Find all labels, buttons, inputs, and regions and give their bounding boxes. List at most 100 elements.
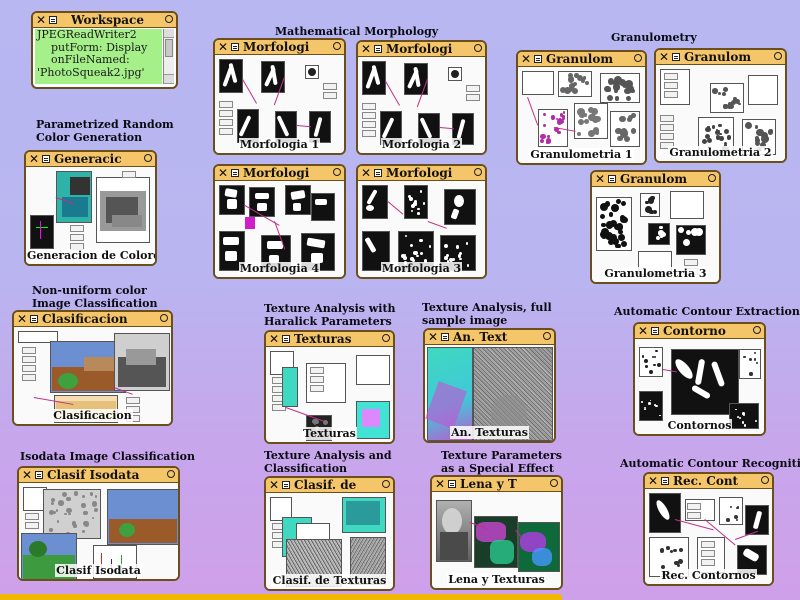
window-content[interactable]: Granulometria 1 xyxy=(518,67,645,163)
collapse-icon[interactable] xyxy=(474,44,482,52)
window-titlebar[interactable]: ✕ Morfologi xyxy=(215,40,344,55)
close-icon[interactable]: ✕ xyxy=(36,13,46,27)
window-content[interactable]: Morfologia 4 xyxy=(215,181,344,277)
collapse-icon[interactable] xyxy=(761,476,769,484)
window-titlebar[interactable]: ✕ Morfologi xyxy=(358,42,485,57)
collapse-icon[interactable] xyxy=(160,314,168,322)
window-morf2[interactable]: ✕ Morfologi Morfologia 2 xyxy=(356,40,487,155)
workspace-text-area[interactable]: JPEGReadWriter2 putForm: Display onFileN… xyxy=(35,28,162,84)
window-titlebar[interactable]: ✕ Contorno xyxy=(635,324,764,339)
window-menu-icon[interactable] xyxy=(49,16,57,24)
window-reccont[interactable]: ✕ Rec. Cont Rec. Contornos xyxy=(643,472,774,586)
window-content[interactable]: Clasif Isodata xyxy=(19,483,178,579)
close-icon[interactable]: ✕ xyxy=(22,468,32,482)
collapse-icon[interactable] xyxy=(634,54,642,62)
collapse-icon[interactable] xyxy=(382,334,390,342)
window-content[interactable]: An. Texturas xyxy=(425,345,554,441)
close-icon[interactable]: ✕ xyxy=(638,324,648,338)
window-content[interactable]: Rec. Contornos xyxy=(645,489,772,584)
window-morf3[interactable]: ✕ Morfologi Morfologia 3 xyxy=(356,164,487,279)
collapse-icon[interactable] xyxy=(382,480,390,488)
window-iso[interactable]: ✕ Clasif Isodata Clasif Isodata xyxy=(17,466,180,581)
window-titlebar[interactable]: ✕ Morfologi xyxy=(358,166,485,181)
window-content[interactable]: Contornos xyxy=(635,339,764,434)
window-titlebar[interactable]: ✕ Clasif Isodata xyxy=(19,468,178,483)
window-morf4[interactable]: ✕ Morfologi Morfologia 4 xyxy=(213,164,346,279)
window-gran2[interactable]: ✕ Granulom Granulometria 2 xyxy=(654,48,787,163)
window-menu-icon[interactable] xyxy=(448,480,456,488)
window-titlebar[interactable]: ✕ Generacic xyxy=(26,152,155,167)
close-icon[interactable]: ✕ xyxy=(17,312,27,326)
close-icon[interactable]: ✕ xyxy=(361,42,371,56)
collapse-icon[interactable] xyxy=(474,168,482,176)
window-menu-icon[interactable] xyxy=(608,175,616,183)
window-antext[interactable]: ✕ An. Text An. Texturas xyxy=(423,328,556,443)
window-gran1[interactable]: ✕ Granulom Granulometria 1 xyxy=(516,50,647,165)
collapse-icon[interactable] xyxy=(550,479,558,487)
close-icon[interactable]: ✕ xyxy=(218,40,228,54)
window-text[interactable]: ✕ Texturas Texturas xyxy=(264,330,395,444)
window-content[interactable]: Clasificacion xyxy=(14,327,171,424)
window-titlebar[interactable]: ✕ An. Text xyxy=(425,330,554,345)
close-icon[interactable]: ✕ xyxy=(648,474,658,488)
close-icon[interactable]: ✕ xyxy=(218,166,228,180)
collapse-icon[interactable] xyxy=(144,154,152,162)
scroll-up-arrow-icon[interactable] xyxy=(164,29,174,38)
window-content[interactable]: Morfologia 1 xyxy=(215,55,344,153)
window-menu-icon[interactable] xyxy=(231,43,239,51)
window-content[interactable]: Texturas xyxy=(266,347,393,442)
window-titlebar[interactable]: ✕ Morfologi xyxy=(215,166,344,181)
collapse-icon[interactable] xyxy=(333,168,341,176)
window-titlebar[interactable]: ✕ Clasificacion xyxy=(14,312,171,327)
close-icon[interactable]: ✕ xyxy=(428,330,438,344)
collapse-icon[interactable] xyxy=(333,42,341,50)
window-clasif[interactable]: ✕ Clasif. de Clasif. de Texturas xyxy=(264,476,395,591)
window-clas[interactable]: ✕ Clasificacion Clasificacion xyxy=(12,310,173,426)
window-titlebar[interactable]: ✕ Rec. Cont xyxy=(645,474,772,489)
close-icon[interactable]: ✕ xyxy=(361,166,371,180)
window-titlebar[interactable]: ✕ Texturas xyxy=(266,332,393,347)
window-titlebar[interactable]: ✕ Granulom xyxy=(592,172,719,187)
close-icon[interactable]: ✕ xyxy=(269,332,279,346)
window-content[interactable]: Generacion de Colores xyxy=(26,167,155,264)
close-icon[interactable]: ✕ xyxy=(521,52,531,66)
window-titlebar[interactable]: ✕ Clasif. de xyxy=(266,478,393,493)
window-menu-icon[interactable] xyxy=(672,53,680,61)
bottom-flap-bar[interactable] xyxy=(0,594,562,600)
window-titlebar[interactable]: ✕ Lena y T xyxy=(432,477,561,492)
workspace-scrollbar[interactable] xyxy=(163,29,174,84)
window-menu-icon[interactable] xyxy=(282,481,290,489)
window-content[interactable]: Morfologia 2 xyxy=(358,57,485,153)
scroll-thumb[interactable] xyxy=(165,39,173,57)
window-menu-icon[interactable] xyxy=(374,45,382,53)
collapse-icon[interactable] xyxy=(753,326,761,334)
window-menu-icon[interactable] xyxy=(651,327,659,335)
window-content[interactable]: Granulometria 3 xyxy=(592,187,719,282)
collapse-icon[interactable] xyxy=(543,332,551,340)
window-menu-icon[interactable] xyxy=(534,55,542,63)
close-icon[interactable]: ✕ xyxy=(269,478,279,492)
window-menu-icon[interactable] xyxy=(282,335,290,343)
window-gen[interactable]: ✕ Generacic Generacion de Colores xyxy=(24,150,157,266)
window-menu-icon[interactable] xyxy=(441,333,449,341)
window-titlebar[interactable]: ✕ Granulom xyxy=(518,52,645,67)
window-menu-icon[interactable] xyxy=(42,155,50,163)
close-icon[interactable]: ✕ xyxy=(659,50,669,64)
window-menu-icon[interactable] xyxy=(374,169,382,177)
workspace-window[interactable]: ✕ Workspace JPEGReadWriter2 putForm: Dis… xyxy=(31,11,178,89)
window-lena[interactable]: ✕ Lena y T Lena y Texturas xyxy=(430,475,563,590)
window-menu-icon[interactable] xyxy=(661,477,669,485)
window-content[interactable]: Lena y Texturas xyxy=(432,492,561,588)
collapse-icon[interactable] xyxy=(708,174,716,182)
close-icon[interactable]: ✕ xyxy=(435,477,445,491)
close-icon[interactable]: ✕ xyxy=(29,152,39,166)
scroll-down-arrow-icon[interactable] xyxy=(164,74,174,84)
window-content[interactable]: Morfologia 3 xyxy=(358,181,485,277)
close-icon[interactable]: ✕ xyxy=(595,172,605,186)
window-morf1[interactable]: ✕ Morfologi Morfologia 1 xyxy=(213,38,346,155)
collapse-icon[interactable] xyxy=(165,15,173,23)
window-menu-icon[interactable] xyxy=(231,169,239,177)
window-cont[interactable]: ✕ Contorno Contornos xyxy=(633,322,766,436)
window-titlebar[interactable]: ✕ Granulom xyxy=(656,50,785,65)
window-content[interactable]: Clasif. de Texturas xyxy=(266,493,393,589)
